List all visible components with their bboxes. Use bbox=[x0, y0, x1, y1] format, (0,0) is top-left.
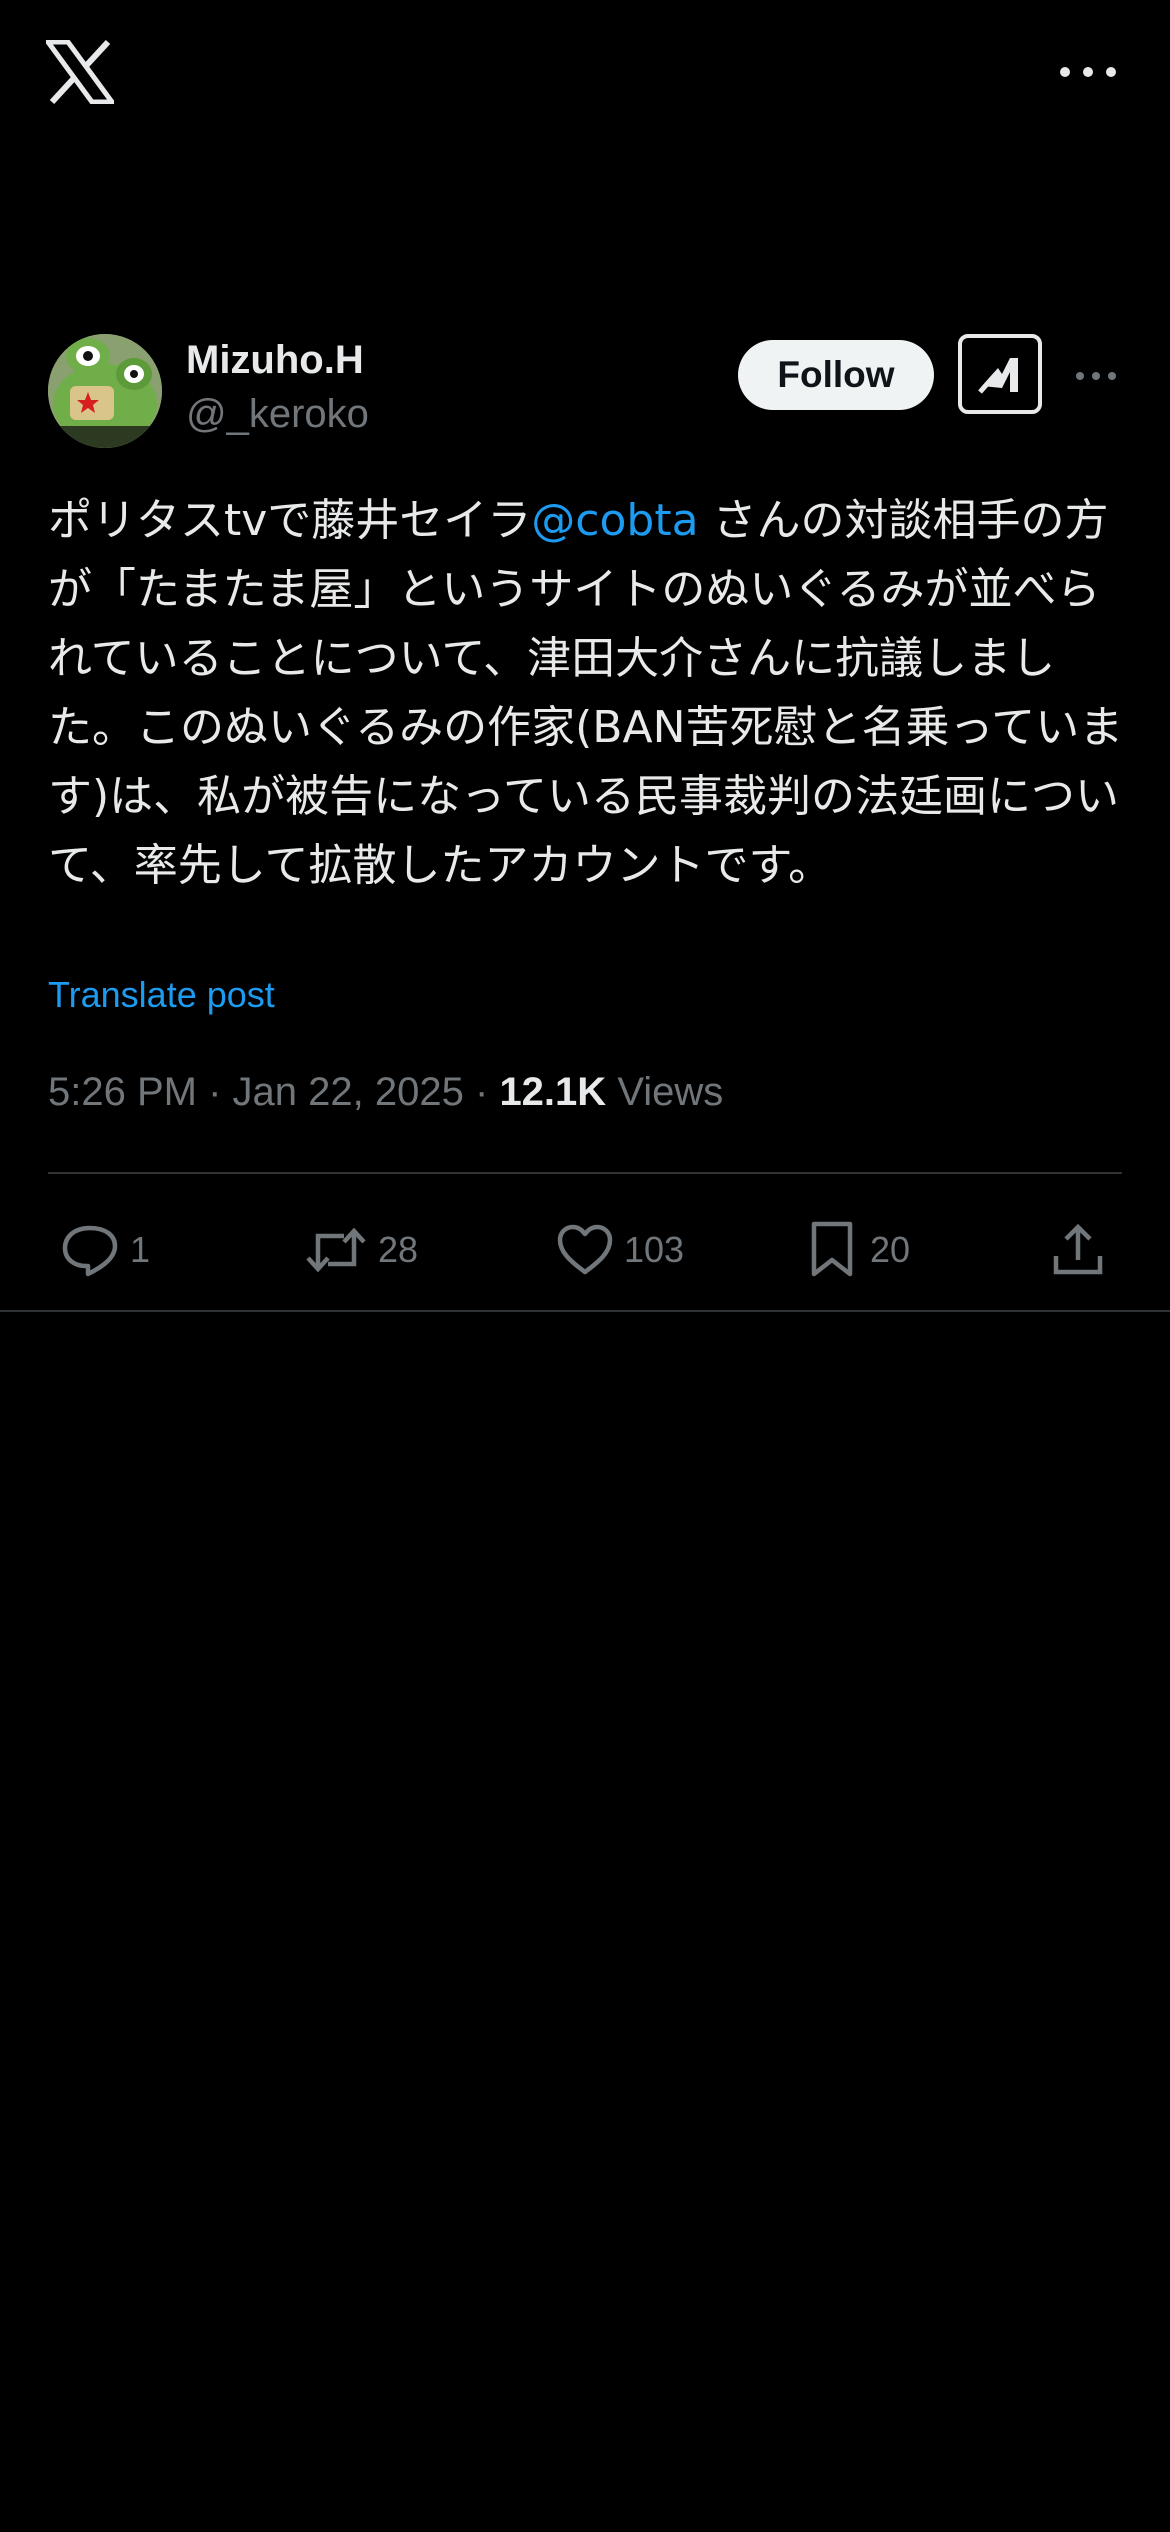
meta-separator: · bbox=[208, 1070, 222, 1114]
bookmark-count: 20 bbox=[870, 1229, 911, 1270]
more-horizontal-icon[interactable] bbox=[1060, 54, 1116, 90]
post-text-part: さんの対談相手の方が「たまたま屋」というサイトのぬいぐるみが並べられていることに… bbox=[48, 495, 1124, 891]
author-handle[interactable]: @_keroko bbox=[186, 392, 369, 437]
bookmark-button[interactable]: 20 bbox=[804, 1210, 910, 1290]
reply-button[interactable]: 1 bbox=[60, 1210, 150, 1290]
post-more-icon[interactable] bbox=[1076, 366, 1116, 386]
share-icon bbox=[1053, 1223, 1103, 1275]
post-text: ポリタスtvで藤井セイラ@cobta さんの対談相手の方が「たまたま屋」というサ… bbox=[48, 486, 1128, 900]
author-display-name[interactable]: Mizuho.H bbox=[186, 338, 364, 383]
reply-icon bbox=[62, 1225, 118, 1277]
meta-separator: · bbox=[474, 1070, 489, 1114]
translate-post-link[interactable]: Translate post bbox=[48, 974, 275, 1016]
x-logo-icon[interactable] bbox=[43, 39, 117, 105]
post-bottom-divider bbox=[0, 1310, 1170, 1312]
bookmark-icon bbox=[811, 1221, 853, 1277]
like-count: 103 bbox=[624, 1229, 685, 1270]
post-date[interactable]: Jan 22, 2025 bbox=[233, 1070, 464, 1114]
post-time[interactable]: 5:26 PM bbox=[48, 1070, 197, 1114]
reply-count: 1 bbox=[130, 1229, 151, 1270]
avatar[interactable] bbox=[48, 334, 162, 448]
follow-button[interactable]: Follow bbox=[738, 340, 934, 410]
repost-button[interactable]: 28 bbox=[304, 1210, 418, 1290]
share-button[interactable] bbox=[1050, 1210, 1106, 1290]
repost-count: 28 bbox=[378, 1229, 419, 1270]
like-button[interactable]: 103 bbox=[556, 1210, 684, 1290]
post-text-part: ポリタスtvで藤井セイラ bbox=[48, 495, 532, 546]
views-label: Views bbox=[617, 1070, 724, 1114]
top-bar bbox=[0, 0, 1170, 150]
mention-link[interactable]: @cobta bbox=[531, 495, 698, 546]
views-count: 12.1K bbox=[499, 1070, 607, 1114]
grok-icon[interactable] bbox=[958, 334, 1042, 414]
action-bar: 1 28 103 20 bbox=[0, 1210, 1170, 1290]
divider bbox=[48, 1172, 1122, 1174]
repost-icon bbox=[306, 1227, 366, 1273]
heart-icon bbox=[557, 1224, 613, 1275]
post-metadata: 5:26 PM · Jan 22, 2025 · 12.1K Views bbox=[48, 1070, 723, 1115]
